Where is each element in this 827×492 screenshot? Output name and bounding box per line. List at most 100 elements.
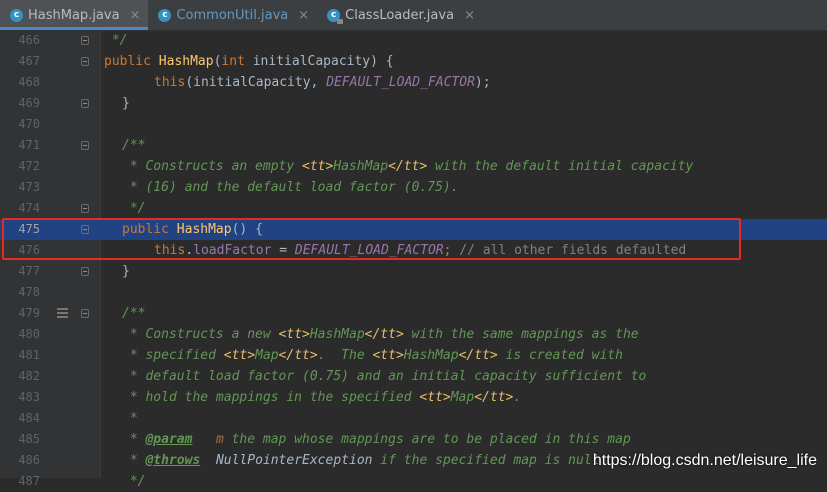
code-line[interactable]: 473 * (16) and the default load factor (… xyxy=(0,177,827,198)
doc-text: Map xyxy=(450,390,475,405)
param-name: m xyxy=(215,432,224,447)
line-number: 479 xyxy=(18,306,40,320)
line-number: 475 xyxy=(18,222,40,236)
code-line[interactable]: 469 } xyxy=(0,93,827,114)
fold-icon[interactable] xyxy=(81,309,89,318)
doc-text: * xyxy=(122,453,146,468)
line-number: 467 xyxy=(18,54,40,68)
doc-tag: </tt> xyxy=(278,348,318,363)
fold-icon[interactable] xyxy=(81,267,89,276)
doc-text: is created with xyxy=(497,348,623,363)
code-line[interactable]: 482 * default load factor (0.75) and an … xyxy=(0,366,827,387)
line-number: 480 xyxy=(18,327,40,341)
code-text: * hold the mappings in the specified <tt… xyxy=(122,387,521,408)
code-text: this(initialCapacity, DEFAULT_LOAD_FACTO… xyxy=(154,72,491,93)
fold-icon[interactable] xyxy=(81,225,89,234)
code-fragment: () { xyxy=(231,222,263,237)
code-line[interactable]: 467 public HashMap(int initialCapacity) … xyxy=(0,51,827,72)
code-text: public HashMap(int initialCapacity) { xyxy=(104,51,394,72)
code-text: /** xyxy=(122,138,146,153)
code-line[interactable]: 471 /** xyxy=(0,135,827,156)
line-number: 487 xyxy=(18,474,40,488)
doc-text: with the default initial capacity xyxy=(427,159,694,174)
code-text: * (16) and the default load factor (0.75… xyxy=(122,180,459,195)
line-number: 471 xyxy=(18,138,40,152)
line-number: 474 xyxy=(18,201,40,215)
fold-icon[interactable] xyxy=(81,57,89,66)
doc-text: * Constructs a new xyxy=(122,327,279,342)
doc-tag: <tt> xyxy=(419,390,451,405)
code-text: this.loadFactor = DEFAULT_LOAD_FACTOR; /… xyxy=(154,240,686,261)
doc-text: * specified xyxy=(122,348,224,363)
code-text: */ xyxy=(122,201,146,216)
doc-text: * xyxy=(122,432,146,447)
code-line[interactable]: 479 /** xyxy=(0,303,827,324)
code-text: */ xyxy=(122,474,146,489)
line-number: 468 xyxy=(18,75,40,89)
line-number: 478 xyxy=(18,285,40,299)
code-line[interactable]: 487 */ xyxy=(0,471,827,492)
fold-icon[interactable] xyxy=(81,99,89,108)
keyword: public xyxy=(104,54,159,69)
code-line[interactable]: 478 xyxy=(0,282,827,303)
line-number: 472 xyxy=(18,159,40,173)
tab-hashmap-java[interactable]: c HashMap.java × xyxy=(0,0,149,30)
code-line[interactable]: 470 xyxy=(0,114,827,135)
line-number: 481 xyxy=(18,348,40,362)
close-icon[interactable]: × xyxy=(464,8,475,23)
code-line[interactable]: 483 * hold the mappings in the specified… xyxy=(0,387,827,408)
code-line[interactable]: 468 this(initialCapacity, DEFAULT_LOAD_F… xyxy=(0,72,827,93)
doc-text xyxy=(192,432,215,447)
tab-commonutil-java[interactable]: c CommonUtil.java × xyxy=(148,0,317,30)
tab-classloader-java[interactable]: c ClassLoader.java × xyxy=(317,0,483,30)
method-name: HashMap xyxy=(176,222,232,237)
code-line[interactable]: 485 * @param m the map whose mappings ar… xyxy=(0,429,827,450)
method-name: HashMap xyxy=(158,54,214,69)
exception-name: NullPointerException xyxy=(215,453,373,468)
code-fragment: initialCapacity) { xyxy=(252,54,394,69)
code-line-selected[interactable]: 475 public HashMap() { xyxy=(0,219,827,240)
code-editor[interactable]: 466 */ 467 public HashMap(int initialCap… xyxy=(0,30,827,489)
code-text: * specified <tt>Map</tt>. The <tt>HashMa… xyxy=(122,345,623,366)
doc-tag: </tt> xyxy=(458,348,498,363)
line-number: 486 xyxy=(18,453,40,467)
code-text: * default load factor (0.75) and an init… xyxy=(122,369,647,384)
code-line[interactable]: 474 */ xyxy=(0,198,827,219)
line-number: 470 xyxy=(18,117,40,131)
doc-text: . The xyxy=(317,348,373,363)
keyword: this xyxy=(154,75,186,90)
code-line[interactable]: 481 * specified <tt>Map</tt>. The <tt>Ha… xyxy=(0,345,827,366)
doc-tag: </tt> xyxy=(388,159,428,174)
doc-text: HashMap xyxy=(333,159,389,174)
code-line[interactable]: 476 this.loadFactor = DEFAULT_LOAD_FACTO… xyxy=(0,240,827,261)
doc-text: * hold the mappings in the specified xyxy=(122,390,420,405)
fold-icon[interactable] xyxy=(81,204,89,213)
fold-icon[interactable] xyxy=(81,36,89,45)
tab-label: HashMap.java xyxy=(28,7,120,23)
code-line[interactable]: 480 * Constructs a new <tt>HashMap</tt> … xyxy=(0,324,827,345)
constant: DEFAULT_LOAD_FACTOR xyxy=(294,243,444,258)
javadoc-render-icon[interactable] xyxy=(57,308,68,318)
fold-icon[interactable] xyxy=(81,141,89,150)
doc-text: the map whose mappings are to be placed … xyxy=(223,432,631,447)
code-line[interactable]: 484 * xyxy=(0,408,827,429)
doc-text: HashMap xyxy=(403,348,459,363)
close-icon[interactable]: × xyxy=(298,8,309,23)
class-icon: c xyxy=(10,8,23,22)
doc-text: * Constructs an empty xyxy=(122,159,303,174)
code-line[interactable]: 472 * Constructs an empty <tt>HashMap</t… xyxy=(0,156,827,177)
doc-tag: <tt> xyxy=(302,159,334,174)
close-icon[interactable]: × xyxy=(130,8,141,23)
line-number: 476 xyxy=(18,243,40,257)
line-number: 473 xyxy=(18,180,40,194)
editor-tab-bar: c HashMap.java × c CommonUtil.java × c C… xyxy=(0,0,827,31)
code-line[interactable]: 466 */ xyxy=(0,30,827,51)
class-icon: c xyxy=(158,8,172,22)
doc-tag: <tt> xyxy=(223,348,256,363)
line-number: 477 xyxy=(18,264,40,278)
line-number: 482 xyxy=(18,369,40,383)
doc-tag: </tt> xyxy=(474,390,514,405)
code-line[interactable]: 477 } xyxy=(0,261,827,282)
locked-class-icon: c xyxy=(327,8,344,24)
line-number: 483 xyxy=(18,390,40,404)
